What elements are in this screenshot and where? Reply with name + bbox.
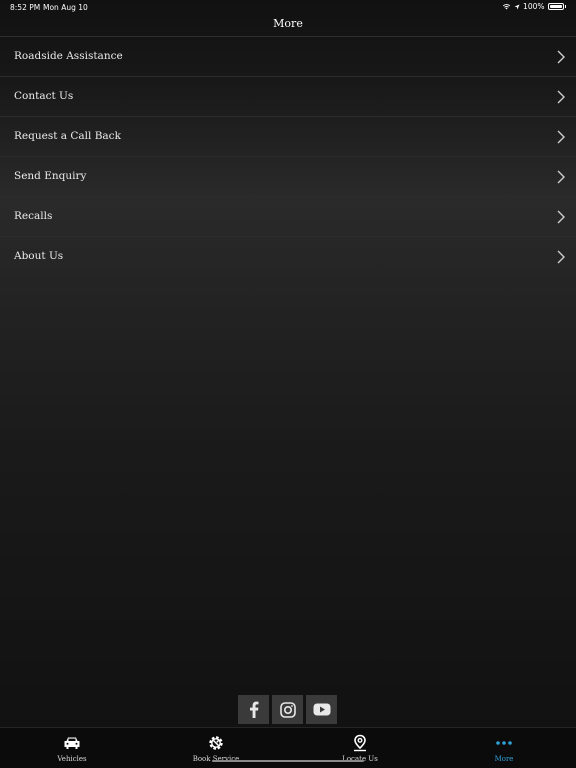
tab-book-service[interactable]: Book Service <box>171 734 261 763</box>
more-dots-icon <box>496 741 512 745</box>
tab-label: More <box>494 755 514 763</box>
location-arrow-icon <box>514 4 520 9</box>
instagram-button[interactable] <box>272 695 303 724</box>
chevron-right-icon <box>557 90 565 104</box>
home-indicator <box>212 760 364 762</box>
location-pin-icon <box>354 734 366 752</box>
battery-icon <box>547 3 564 10</box>
battery-percent: 100% <box>523 2 545 11</box>
page-title: More <box>273 17 303 30</box>
status-bar: 8:52 PM Mon Aug 10 100% <box>0 0 576 14</box>
menu-item-label: Send Enquiry <box>14 170 87 182</box>
youtube-button[interactable] <box>306 695 337 724</box>
menu-item-request-call-back[interactable]: Request a Call Back <box>0 117 576 157</box>
menu-item-label: Roadside Assistance <box>14 50 123 62</box>
menu-item-recalls[interactable]: Recalls <box>0 197 576 237</box>
menu-item-label: About Us <box>14 250 64 262</box>
facebook-button[interactable] <box>238 695 269 724</box>
menu-item-send-enquiry[interactable]: Send Enquiry <box>0 157 576 197</box>
service-gear-icon <box>209 736 223 750</box>
battery-tip <box>564 5 566 8</box>
menu-item-contact-us[interactable]: Contact Us <box>0 77 576 117</box>
tab-label: Vehicles <box>57 755 87 763</box>
chevron-right-icon <box>557 210 565 224</box>
car-icon <box>64 737 80 749</box>
menu-item-label: Contact Us <box>14 90 74 102</box>
instagram-icon <box>279 701 296 718</box>
tab-more[interactable]: More <box>459 734 549 763</box>
social-links <box>238 695 337 724</box>
chevron-right-icon <box>557 50 565 64</box>
chevron-right-icon <box>557 170 565 184</box>
menu-item-about-us[interactable]: About Us <box>0 237 576 277</box>
tab-locate-us[interactable]: Locate Us <box>315 734 405 763</box>
more-menu: Roadside Assistance Contact Us Request a… <box>0 37 576 277</box>
status-indicators: 100% <box>502 2 566 11</box>
facebook-icon <box>249 701 258 718</box>
tab-vehicles[interactable]: Vehicles <box>27 734 117 763</box>
menu-item-roadside-assistance[interactable]: Roadside Assistance <box>0 37 576 77</box>
menu-item-label: Recalls <box>14 210 53 222</box>
status-time: 8:52 PM <box>10 3 41 12</box>
wifi-icon <box>502 4 511 10</box>
menu-item-label: Request a Call Back <box>14 130 121 142</box>
chevron-right-icon <box>557 130 565 144</box>
youtube-icon <box>313 703 330 716</box>
status-date: Mon Aug 10 <box>43 3 88 12</box>
chevron-right-icon <box>557 250 565 264</box>
